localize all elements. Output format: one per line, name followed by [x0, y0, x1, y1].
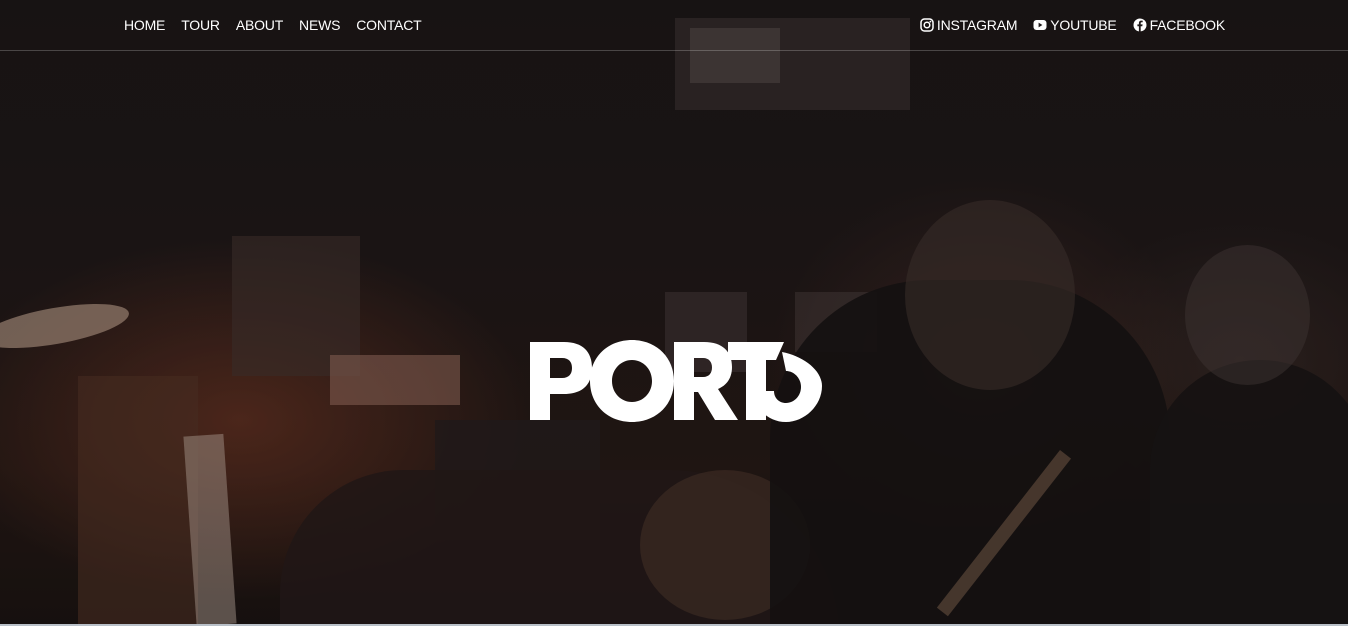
instagram-link[interactable]: INSTAGRAM [920, 17, 1017, 33]
instagram-label: INSTAGRAM [936, 17, 1018, 33]
facebook-link[interactable]: FACEBOOK [1133, 17, 1225, 33]
nav-news-link[interactable]: NEWS [299, 17, 340, 33]
hero-overlay [0, 0, 1348, 626]
nav-home-link[interactable]: HOME [124, 17, 165, 33]
instagram-icon [920, 18, 934, 32]
top-navbar: HOME TOUR ABOUT NEWS CONTACT INSTAGRAM Y… [0, 0, 1348, 51]
social-menu: INSTAGRAM YOUTUBE FACEBOOK [920, 0, 1225, 50]
facebook-icon [1133, 18, 1147, 32]
nav-contact-link[interactable]: CONTACT [356, 17, 421, 33]
nav-tour-link[interactable]: TOUR [181, 17, 220, 33]
youtube-link[interactable]: YOUTUBE [1033, 17, 1117, 33]
youtube-icon [1033, 19, 1047, 31]
porto-logo[interactable] [528, 338, 824, 424]
nav-about-link[interactable]: ABOUT [236, 17, 283, 33]
youtube-label: YOUTUBE [1050, 17, 1117, 33]
facebook-label: FACEBOOK [1149, 17, 1226, 33]
hero-section: HOME TOUR ABOUT NEWS CONTACT INSTAGRAM Y… [0, 0, 1348, 626]
main-menu: HOME TOUR ABOUT NEWS CONTACT [124, 0, 422, 50]
